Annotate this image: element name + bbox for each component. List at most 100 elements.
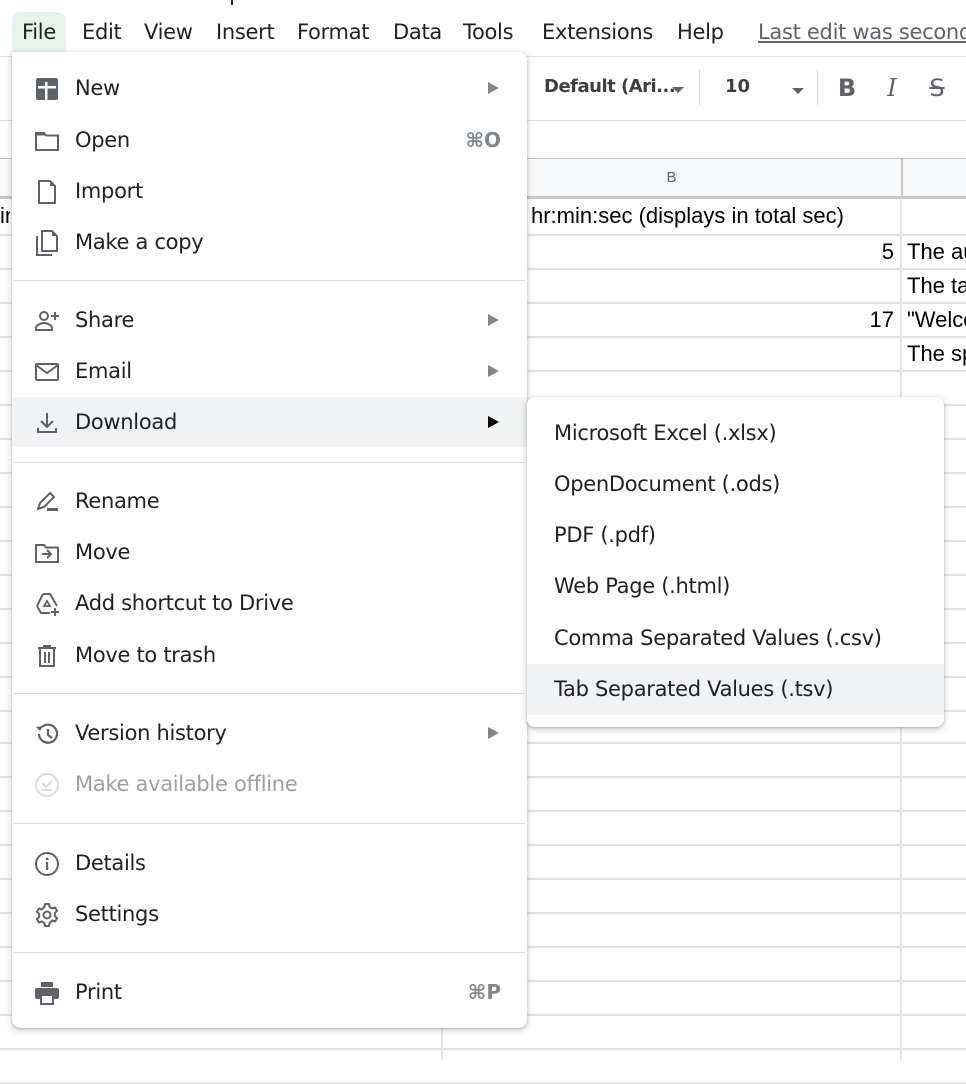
cell-c[interactable]: The sp bbox=[907, 338, 966, 370]
drive-shortcut-icon bbox=[34, 591, 60, 617]
menu-item-move[interactable]: Move bbox=[12, 527, 527, 577]
folder-icon bbox=[34, 128, 60, 154]
menu-divider bbox=[14, 280, 525, 281]
menu-item-details[interactable]: Details bbox=[12, 838, 527, 888]
menu-item-label: Settings bbox=[75, 902, 159, 926]
move-folder-icon bbox=[34, 540, 60, 566]
new-spreadsheet-icon bbox=[34, 76, 60, 102]
menu-item-label: Rename bbox=[75, 489, 160, 513]
menu-item-settings[interactable]: Settings bbox=[12, 889, 527, 939]
submenu-item-label: Tab Separated Values (.tsv) bbox=[554, 677, 834, 701]
menu-edit[interactable]: Edit bbox=[82, 12, 122, 52]
file-icon bbox=[34, 179, 60, 205]
download-submenu: Microsoft Excel (.xlsx) OpenDocument (.o… bbox=[527, 397, 944, 727]
title-cursor bbox=[231, 0, 233, 5]
menu-item-label: Make available offline bbox=[75, 772, 298, 796]
strikethrough-button[interactable]: S bbox=[922, 71, 952, 105]
menu-item-label: Details bbox=[75, 851, 146, 875]
menu-item-open[interactable]: Open ⌘O bbox=[12, 115, 527, 165]
cell-c[interactable]: "Welco bbox=[907, 304, 966, 336]
menu-item-label: New bbox=[75, 76, 120, 100]
menu-view[interactable]: View bbox=[144, 12, 193, 52]
copy-icon bbox=[34, 230, 60, 256]
font-family-select[interactable]: Default (Ari... bbox=[544, 76, 676, 97]
download-csv[interactable]: Comma Separated Values (.csv) bbox=[527, 613, 944, 664]
menu-item-move-to-trash[interactable]: Move to trash bbox=[12, 630, 527, 680]
menu-bar: File Edit View Insert Format Data Tools … bbox=[0, 0, 966, 56]
menu-format[interactable]: Format bbox=[297, 12, 370, 52]
menu-item-import[interactable]: Import bbox=[12, 166, 527, 216]
rename-icon bbox=[34, 489, 60, 515]
submenu-item-label: PDF (.pdf) bbox=[554, 523, 656, 547]
toolbar-divider bbox=[817, 69, 818, 105]
history-icon bbox=[34, 721, 60, 747]
menu-divider bbox=[14, 952, 525, 953]
info-icon bbox=[34, 851, 60, 877]
menu-item-label: Import bbox=[75, 179, 143, 203]
submenu-arrow-icon bbox=[488, 416, 499, 428]
cell-c[interactable] bbox=[907, 198, 966, 234]
submenu-item-label: Microsoft Excel (.xlsx) bbox=[554, 421, 777, 445]
person-add-icon bbox=[34, 308, 60, 334]
download-pdf[interactable]: PDF (.pdf) bbox=[527, 510, 944, 561]
menu-item-rename[interactable]: Rename bbox=[12, 476, 527, 526]
menu-item-label: Download bbox=[75, 410, 177, 434]
menu-item-label: Make a copy bbox=[75, 230, 204, 254]
print-icon bbox=[34, 980, 60, 1006]
shortcut-label: ⌘P bbox=[467, 980, 501, 1004]
file-menu: New Open ⌘O Import Make a copy Share Ema… bbox=[12, 52, 527, 1028]
menu-item-label: Move bbox=[75, 540, 131, 564]
download-icon bbox=[34, 410, 60, 436]
trash-icon bbox=[34, 643, 60, 669]
menu-item-download[interactable]: Download bbox=[12, 397, 527, 447]
menu-item-make-available-offline: Make available offline bbox=[12, 759, 527, 809]
menu-item-label: Version history bbox=[75, 721, 227, 745]
menu-item-new[interactable]: New bbox=[12, 63, 527, 113]
font-family-caret-icon[interactable] bbox=[672, 87, 684, 93]
menu-item-label: Add shortcut to Drive bbox=[75, 591, 294, 615]
menu-divider bbox=[14, 693, 525, 694]
download-ods[interactable]: OpenDocument (.ods) bbox=[527, 459, 944, 510]
bold-button[interactable]: B bbox=[832, 71, 862, 105]
cell-b[interactable]: hr:min:sec (displays in total sec) bbox=[531, 198, 899, 234]
menu-insert[interactable]: Insert bbox=[216, 12, 275, 52]
menu-item-label: Email bbox=[75, 359, 132, 383]
last-edit-link[interactable]: Last edit was seconds ago bbox=[758, 12, 966, 52]
menu-item-email[interactable]: Email bbox=[12, 346, 527, 396]
menu-item-label: Share bbox=[75, 308, 135, 332]
menu-help[interactable]: Help bbox=[677, 12, 724, 52]
cell-a[interactable]: in bbox=[0, 198, 10, 234]
submenu-item-label: OpenDocument (.ods) bbox=[554, 472, 781, 496]
menu-item-label: Move to trash bbox=[75, 643, 216, 667]
download-html[interactable]: Web Page (.html) bbox=[527, 561, 944, 612]
submenu-item-label: Web Page (.html) bbox=[554, 574, 731, 598]
submenu-item-label: Comma Separated Values (.csv) bbox=[554, 626, 882, 650]
submenu-arrow-icon bbox=[488, 82, 499, 94]
toolbar-divider bbox=[699, 69, 700, 105]
download-tsv[interactable]: Tab Separated Values (.tsv) bbox=[527, 664, 944, 715]
menu-divider bbox=[14, 823, 525, 824]
menu-item-version-history[interactable]: Version history bbox=[12, 708, 527, 758]
italic-button[interactable]: I bbox=[877, 71, 907, 105]
menu-item-label: Print bbox=[75, 980, 122, 1004]
menu-item-print[interactable]: Print ⌘P bbox=[12, 967, 527, 1017]
submenu-arrow-icon bbox=[488, 365, 499, 377]
menu-item-share[interactable]: Share bbox=[12, 295, 527, 345]
submenu-arrow-icon bbox=[488, 314, 499, 326]
font-size-caret-icon[interactable] bbox=[792, 88, 804, 94]
menu-item-add-shortcut[interactable]: Add shortcut to Drive bbox=[12, 578, 527, 628]
submenu-arrow-icon bbox=[488, 727, 499, 739]
download-xlsx[interactable]: Microsoft Excel (.xlsx) bbox=[527, 408, 944, 459]
table-row bbox=[0, 1050, 966, 1084]
cell-c[interactable]: The au bbox=[907, 236, 966, 268]
menu-extensions[interactable]: Extensions bbox=[542, 12, 653, 52]
menu-file[interactable]: File bbox=[12, 12, 66, 52]
menu-data[interactable]: Data bbox=[393, 12, 442, 52]
menu-tools[interactable]: Tools bbox=[463, 12, 514, 52]
shortcut-label: ⌘O bbox=[465, 128, 501, 152]
offline-icon bbox=[34, 772, 60, 798]
menu-item-make-copy[interactable]: Make a copy bbox=[12, 217, 527, 267]
font-size-select[interactable]: 10 bbox=[725, 76, 750, 97]
cell-c[interactable]: The ta bbox=[907, 270, 966, 302]
menu-divider bbox=[14, 462, 525, 463]
